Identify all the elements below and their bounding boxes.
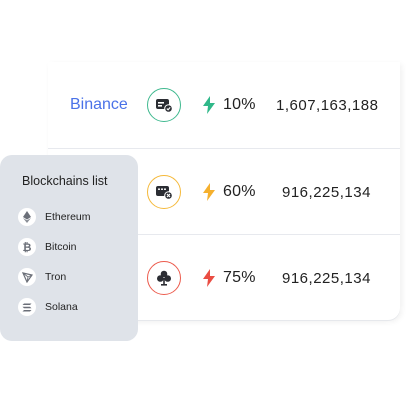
bitcoin-icon: ₿ (18, 238, 36, 256)
exchange-name[interactable]: Binance (70, 96, 128, 114)
solana-icon (18, 298, 36, 316)
list-item-solana[interactable]: Solana (18, 297, 78, 317)
list-item-tron[interactable]: Tron (18, 267, 66, 287)
volume-value: 1,607,163,188 (276, 96, 379, 114)
svg-text:₿: ₿ (23, 241, 32, 253)
percent-value: 10% (223, 96, 256, 113)
percent-value: 60% (223, 183, 256, 200)
list-item-label: Ethereum (45, 211, 91, 223)
ethereum-icon (18, 208, 36, 226)
bolt-icon (203, 269, 215, 287)
blockchains-list-panel: Blockchains list Ethereum ₿ Bitcoin Tron (0, 155, 138, 341)
club-icon (147, 261, 181, 295)
volume-value: 916,225,134 (282, 183, 371, 201)
list-item-bitcoin[interactable]: ₿ Bitcoin (18, 237, 77, 257)
table-row[interactable]: Binance 10% 1,607,163,188 (48, 62, 400, 148)
list-item-label: Bitcoin (45, 241, 77, 253)
percent-value: 75% (223, 269, 256, 286)
bolt-icon (203, 96, 215, 114)
card-x-icon (147, 175, 181, 209)
bolt-icon (203, 183, 215, 201)
panel-title: Blockchains list (22, 174, 108, 188)
tron-icon (18, 268, 36, 286)
list-item-label: Tron (45, 271, 67, 283)
list-item-ethereum[interactable]: Ethereum (18, 207, 91, 227)
list-item-label: Solana (45, 301, 78, 313)
card-check-icon (147, 88, 181, 122)
volume-value: 916,225,134 (282, 269, 371, 287)
